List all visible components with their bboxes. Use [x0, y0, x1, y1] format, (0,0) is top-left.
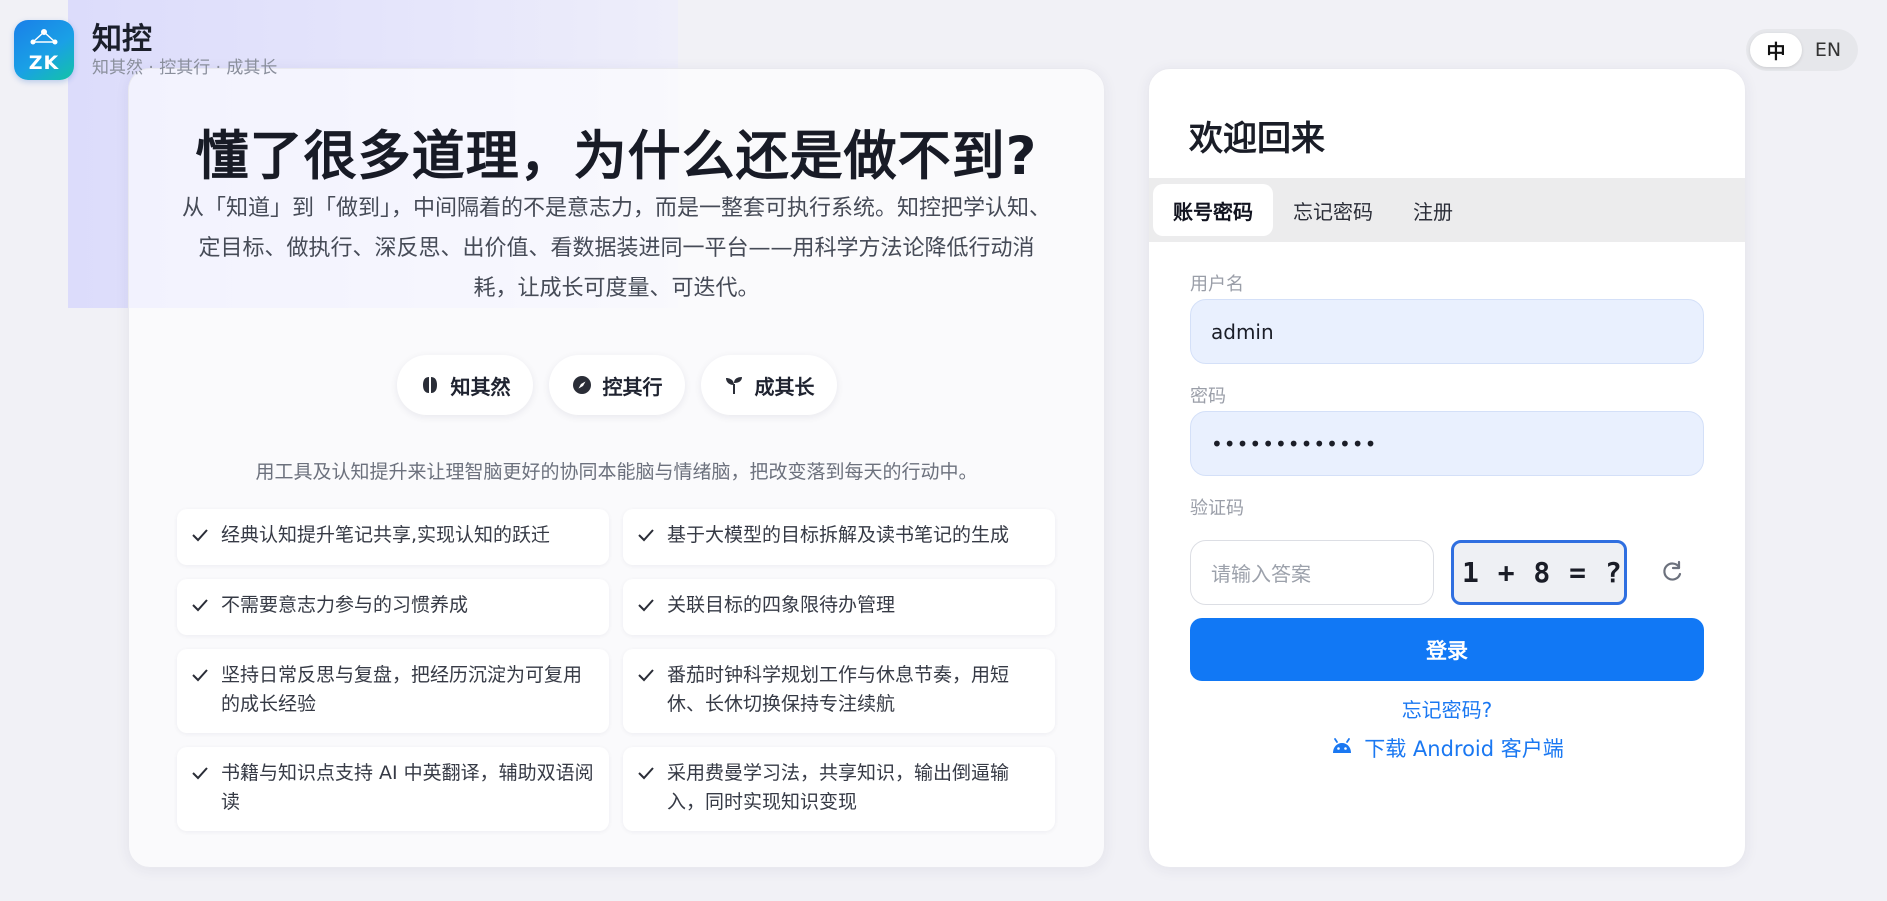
brand-slogan: 知其然 · 控其行 · 成其长 — [92, 58, 278, 78]
brand: ZK 知控 知其然 · 控其行 · 成其长 — [14, 20, 277, 80]
lang-option-en[interactable]: EN — [1802, 33, 1854, 67]
username-label: 用户名 — [1190, 274, 1244, 295]
login-page: ZK 知控 知其然 · 控其行 · 成其长 中 EN 懂了很多道理，为什么还是做… — [0, 0, 1887, 901]
tab-register[interactable]: 注册 — [1393, 184, 1473, 236]
feature-text: 坚持日常反思与复盘，把经历沉淀为可复用的成长经验 — [221, 664, 583, 715]
android-download-link[interactable]: 下载 Android 客户端 — [1149, 733, 1745, 763]
android-link-label: 下载 Android 客户端 — [1364, 737, 1564, 761]
feature-item: 关联目标的四象限待办管理 — [623, 579, 1055, 635]
feature-text: 书籍与知识点支持 AI 中英翻译，辅助双语阅读 — [221, 762, 594, 813]
captcha-label: 验证码 — [1190, 498, 1244, 519]
captcha-image[interactable]: 1 + 8 = ? — [1451, 540, 1627, 605]
feature-item: 基于大模型的目标拆解及读书笔记的生成 — [623, 509, 1055, 565]
pill-kongqixing: 控其行 — [548, 355, 685, 415]
feature-text: 关联目标的四象限待办管理 — [667, 594, 896, 616]
check-icon — [637, 661, 659, 692]
compass-icon — [571, 374, 593, 396]
username-input[interactable]: admin — [1190, 299, 1704, 364]
forgot-password-link[interactable]: 忘记密码? — [1149, 694, 1745, 723]
pill-chengqizhang: 成其长 — [700, 355, 837, 415]
password-input[interactable]: ••••••••••••• — [1190, 411, 1704, 476]
refresh-icon[interactable] — [1659, 559, 1685, 585]
feature-grid: 经典认知提升笔记共享,实现认知的跃迁 基于大模型的目标拆解及读书笔记的生成 不需… — [177, 509, 1057, 831]
feature-item: 坚持日常反思与复盘，把经历沉淀为可复用的成长经验 — [177, 649, 609, 733]
pill-label: 成其长 — [754, 374, 815, 399]
login-button[interactable]: 登录 — [1190, 618, 1704, 681]
check-icon — [191, 521, 213, 552]
check-icon — [191, 591, 213, 622]
android-icon — [1330, 736, 1354, 760]
sprout-icon — [723, 374, 745, 396]
feature-item: 书籍与知识点支持 AI 中英翻译，辅助双语阅读 — [177, 747, 609, 831]
hero-card: 懂了很多道理，为什么还是做不到? 从「知道」到「做到」，中间隔着的不是意志力，而… — [128, 68, 1105, 868]
check-icon — [637, 591, 659, 622]
value-pills: 知其然 控其行 成其长 — [129, 355, 1104, 415]
hero-title: 懂了很多道理，为什么还是做不到? — [195, 126, 1038, 187]
feature-text: 不需要意志力参与的习惯养成 — [221, 594, 469, 616]
pill-label: 知其然 — [450, 374, 511, 399]
pill-label: 控其行 — [602, 374, 663, 399]
feature-text: 经典认知提升笔记共享,实现认知的跃迁 — [221, 524, 551, 546]
feature-item: 采用费曼学习法，共享知识，输出倒逼输入，同时实现知识变现 — [623, 747, 1055, 831]
app-logo: ZK — [14, 20, 74, 80]
language-toggle: 中 EN — [1746, 29, 1858, 71]
logo-text: ZK — [28, 52, 60, 74]
check-icon — [637, 759, 659, 790]
tab-account-password[interactable]: 账号密码 — [1153, 184, 1273, 236]
feature-text: 番茄时钟科学规划工作与休息节奏，用短休、长休切换保持专注续航 — [667, 664, 1010, 715]
pill-zhiqiran: 知其然 — [396, 355, 533, 415]
check-icon — [191, 661, 213, 692]
feature-item: 经典认知提升笔记共享,实现认知的跃迁 — [177, 509, 609, 565]
login-card: 欢迎回来 账号密码 忘记密码 注册 用户名 admin 密码 •••••••••… — [1148, 68, 1746, 868]
feature-item: 不需要意志力参与的习惯养成 — [177, 579, 609, 635]
check-icon — [191, 759, 213, 790]
feature-text: 基于大模型的目标拆解及读书笔记的生成 — [667, 524, 1010, 546]
feature-item: 番茄时钟科学规划工作与休息节奏，用短休、长休切换保持专注续航 — [623, 649, 1055, 733]
hero-subtitle: 用工具及认知提升来让理智脑更好的协同本能脑与情绪脑，把改变落到每天的行动中。 — [255, 461, 978, 483]
tab-forgot-password[interactable]: 忘记密码 — [1273, 184, 1393, 236]
feature-text: 采用费曼学习法，共享知识，输出倒逼输入，同时实现知识变现 — [667, 762, 1010, 813]
network-icon — [30, 29, 58, 45]
lang-option-zh[interactable]: 中 — [1750, 33, 1802, 67]
brain-icon — [419, 374, 441, 396]
captcha-input[interactable]: 请输入答案 — [1190, 540, 1434, 605]
check-icon — [637, 521, 659, 552]
brand-name: 知控 — [92, 22, 152, 57]
hero-description: 从「知道」到「做到」，中间隔着的不是意志力，而是一整套可执行系统。知控把学认知、… — [181, 196, 1051, 301]
login-title: 欢迎回来 — [1189, 119, 1325, 159]
password-label: 密码 — [1190, 386, 1226, 407]
login-tabs: 账号密码 忘记密码 注册 — [1149, 178, 1745, 242]
